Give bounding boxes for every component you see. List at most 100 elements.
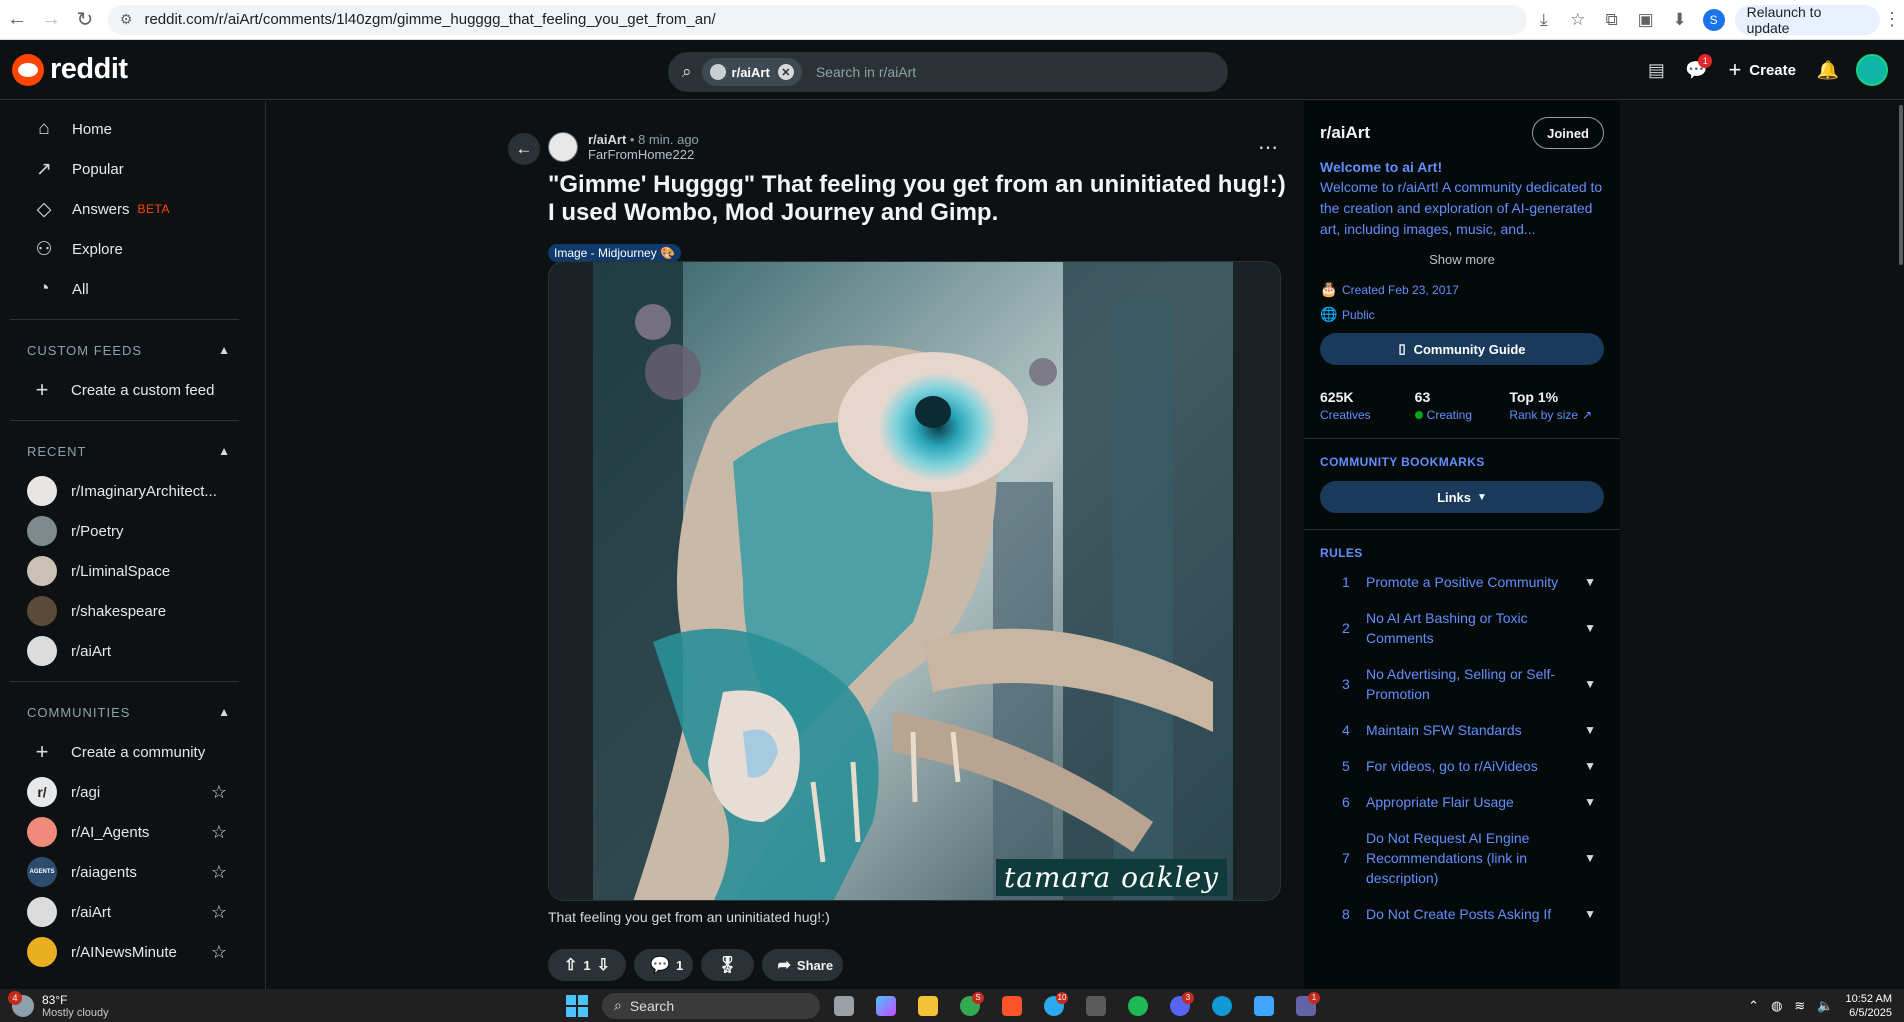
relaunch-button[interactable]: Relaunch to update bbox=[1734, 4, 1880, 36]
chrome-icon[interactable]: S bbox=[952, 991, 988, 1020]
task-view-icon[interactable] bbox=[826, 992, 862, 1020]
rule-item[interactable]: 7 Do Not Request AI Engine Recommendation… bbox=[1320, 820, 1604, 896]
recent-item[interactable]: r/shakespeare bbox=[10, 591, 249, 631]
page-scrollbar[interactable] bbox=[1898, 101, 1904, 989]
sidebar-item-popular[interactable]: ↗ Popular bbox=[10, 149, 249, 189]
wifi-icon[interactable]: ≋ bbox=[1794, 998, 1805, 1014]
recent-item[interactable]: r/ImaginaryArchitect... bbox=[10, 471, 249, 511]
network-icon[interactable]: ◍ bbox=[1771, 998, 1782, 1014]
extensions-icon[interactable]: ⧉ bbox=[1595, 3, 1629, 37]
recent-item[interactable]: r/aiArt bbox=[10, 631, 249, 671]
spotify-icon[interactable] bbox=[1120, 992, 1156, 1020]
sidebar-item-all[interactable]: ◔ All bbox=[10, 269, 249, 309]
upvote-icon[interactable]: ⇧ bbox=[564, 955, 577, 975]
community-item[interactable]: r/r/agi ☆ bbox=[10, 772, 249, 812]
copilot-icon[interactable] bbox=[868, 992, 904, 1020]
recent-item[interactable]: r/LiminalSpace bbox=[10, 551, 249, 591]
comments-button[interactable]: 💬 1 bbox=[634, 949, 694, 981]
tab-search-icon[interactable]: ▣ bbox=[1629, 3, 1663, 37]
edge-icon[interactable] bbox=[1204, 992, 1240, 1020]
site-info-icon[interactable]: ⚙ bbox=[120, 11, 133, 28]
advertise-icon[interactable]: ▤ bbox=[1636, 50, 1676, 90]
rank-link[interactable]: Rank by size ↗ bbox=[1509, 408, 1604, 422]
rule-item[interactable]: 4 Maintain SFW Standards ▼ bbox=[1320, 712, 1604, 748]
rule-item[interactable]: 2 No AI Art Bashing or Toxic Comments ▼ bbox=[1320, 600, 1604, 656]
bookmark-star-icon[interactable]: ☆ bbox=[1561, 3, 1595, 37]
user-avatar[interactable] bbox=[1856, 54, 1888, 86]
favorite-star-icon[interactable]: ☆ bbox=[211, 782, 227, 803]
telegram-icon[interactable]: 10 bbox=[1036, 991, 1072, 1020]
show-more-button[interactable]: Show more bbox=[1320, 252, 1604, 267]
search-bar[interactable]: ⌕ r/aiArt ✕ Search in r/aiArt bbox=[668, 52, 1228, 92]
clear-chip-icon[interactable]: ✕ bbox=[777, 64, 794, 80]
create-community[interactable]: + Create a community bbox=[10, 732, 249, 772]
rule-item[interactable]: 8 Do Not Create Posts Asking If ▼ bbox=[1320, 896, 1604, 932]
install-app-icon[interactable]: ⤓ bbox=[1527, 3, 1561, 37]
community-item[interactable]: r/AI_Agents ☆ bbox=[10, 812, 249, 852]
recent-item[interactable]: r/Poetry bbox=[10, 511, 249, 551]
downvote-icon[interactable]: ⇩ bbox=[597, 955, 610, 975]
post-flair[interactable]: Image - Midjourney 🎨 bbox=[548, 244, 681, 262]
windows-start-icon[interactable] bbox=[566, 994, 588, 1017]
taskbar-search[interactable]: ⌕ Search bbox=[602, 992, 820, 1019]
rule-text: Maintain SFW Standards bbox=[1366, 722, 1522, 738]
more-options-icon[interactable]: ⋯ bbox=[1252, 131, 1284, 163]
reddit-logo[interactable]: reddit bbox=[12, 53, 128, 86]
create-button[interactable]: + Create bbox=[1716, 50, 1808, 90]
back-arrow-icon[interactable]: ← bbox=[0, 3, 34, 37]
sidebar-item-answers[interactable]: ◇ Answers BETA bbox=[10, 189, 249, 229]
joined-button[interactable]: Joined bbox=[1532, 117, 1604, 149]
community-item[interactable]: r/AINewsMinute ☆ bbox=[10, 932, 249, 972]
back-button[interactable]: ← bbox=[508, 133, 540, 165]
post-image-container[interactable]: tamara oakley bbox=[548, 261, 1281, 901]
profile-avatar[interactable]: S bbox=[1702, 8, 1725, 31]
rule-item[interactable]: 6 Appropriate Flair Usage ▼ bbox=[1320, 784, 1604, 820]
chevron-up-icon[interactable]: ⌃ bbox=[1748, 998, 1759, 1014]
weather-widget[interactable]: 4 83°F Mostly cloudy bbox=[8, 990, 109, 1019]
windows-taskbar: 4 83°F Mostly cloudy ⌕ Search S 10 3 1 ⌃ … bbox=[0, 989, 1904, 1022]
rule-item[interactable]: 5 For videos, go to r/AiVideos ▼ bbox=[1320, 748, 1604, 784]
file-explorer-icon[interactable] bbox=[910, 992, 946, 1020]
brave-icon[interactable] bbox=[994, 992, 1030, 1020]
links-dropdown[interactable]: Links ▼ bbox=[1320, 481, 1604, 513]
create-custom-feed[interactable]: + Create a custom feed bbox=[10, 370, 249, 410]
recent-header[interactable]: RECENT ▲ bbox=[10, 431, 249, 471]
favorite-star-icon[interactable]: ☆ bbox=[211, 942, 227, 963]
communities-header[interactable]: COMMUNITIES ▲ bbox=[10, 692, 249, 732]
notifications-bell-icon[interactable]: 🔔 bbox=[1808, 50, 1848, 90]
browser-menu-icon[interactable]: ⋮ bbox=[1880, 9, 1904, 30]
community-guide-button[interactable]: ▯ Community Guide bbox=[1320, 333, 1604, 365]
post-author[interactable]: FarFromHome222 bbox=[588, 147, 699, 162]
forward-arrow-icon[interactable]: → bbox=[34, 3, 68, 37]
favorite-star-icon[interactable]: ☆ bbox=[211, 822, 227, 843]
address-bar[interactable]: ⚙ reddit.com/r/aiArt/comments/1l40zgm/gi… bbox=[107, 4, 1527, 35]
favorite-star-icon[interactable]: ☆ bbox=[211, 902, 227, 923]
discord-icon[interactable]: 3 bbox=[1162, 991, 1198, 1020]
volume-icon[interactable]: 🔈 bbox=[1817, 998, 1833, 1014]
custom-feeds-header[interactable]: CUSTOM FEEDS ▲ bbox=[10, 330, 249, 370]
calculator-icon[interactable] bbox=[1078, 992, 1114, 1020]
subreddit-avatar[interactable] bbox=[548, 132, 578, 162]
favorite-star-icon[interactable]: ☆ bbox=[211, 862, 227, 883]
search-input[interactable]: Search in r/aiArt bbox=[816, 64, 916, 80]
post-image[interactable]: tamara oakley bbox=[593, 262, 1233, 900]
teams-icon[interactable]: 1 bbox=[1288, 991, 1324, 1020]
community-item[interactable]: r/aiArt ☆ bbox=[10, 892, 249, 932]
clock[interactable]: 10:52 AM 6/5/2025 bbox=[1846, 992, 1892, 1020]
post-subreddit-link[interactable]: r/aiArt bbox=[588, 132, 626, 147]
subreddit-search-chip[interactable]: r/aiArt ✕ bbox=[701, 58, 802, 86]
reload-icon[interactable]: ↻ bbox=[68, 3, 102, 37]
post-detail: ← r/aiArt • 8 min. ago FarFromHome222 ⋯ … bbox=[504, 101, 1286, 989]
sidebar-item-explore[interactable]: ⚇ Explore bbox=[10, 229, 249, 269]
scrollbar-thumb[interactable] bbox=[1899, 105, 1903, 265]
notepad-icon[interactable] bbox=[1246, 992, 1282, 1020]
downloads-icon[interactable]: ⬇ bbox=[1663, 3, 1697, 37]
community-name[interactable]: r/aiArt bbox=[1320, 123, 1370, 143]
community-item[interactable]: AGENTS r/aiagents ☆ bbox=[10, 852, 249, 892]
share-button[interactable]: ➦ Share bbox=[761, 949, 844, 981]
award-button[interactable]: 🎖 bbox=[701, 949, 754, 981]
chat-icon[interactable]: 💬 1 bbox=[1676, 50, 1716, 90]
rule-item[interactable]: 1 Promote a Positive Community ▼ bbox=[1320, 564, 1604, 600]
sidebar-item-home[interactable]: ⌂ Home bbox=[10, 109, 249, 149]
rule-item[interactable]: 3 No Advertising, Selling or Self-Promoti… bbox=[1320, 656, 1604, 712]
